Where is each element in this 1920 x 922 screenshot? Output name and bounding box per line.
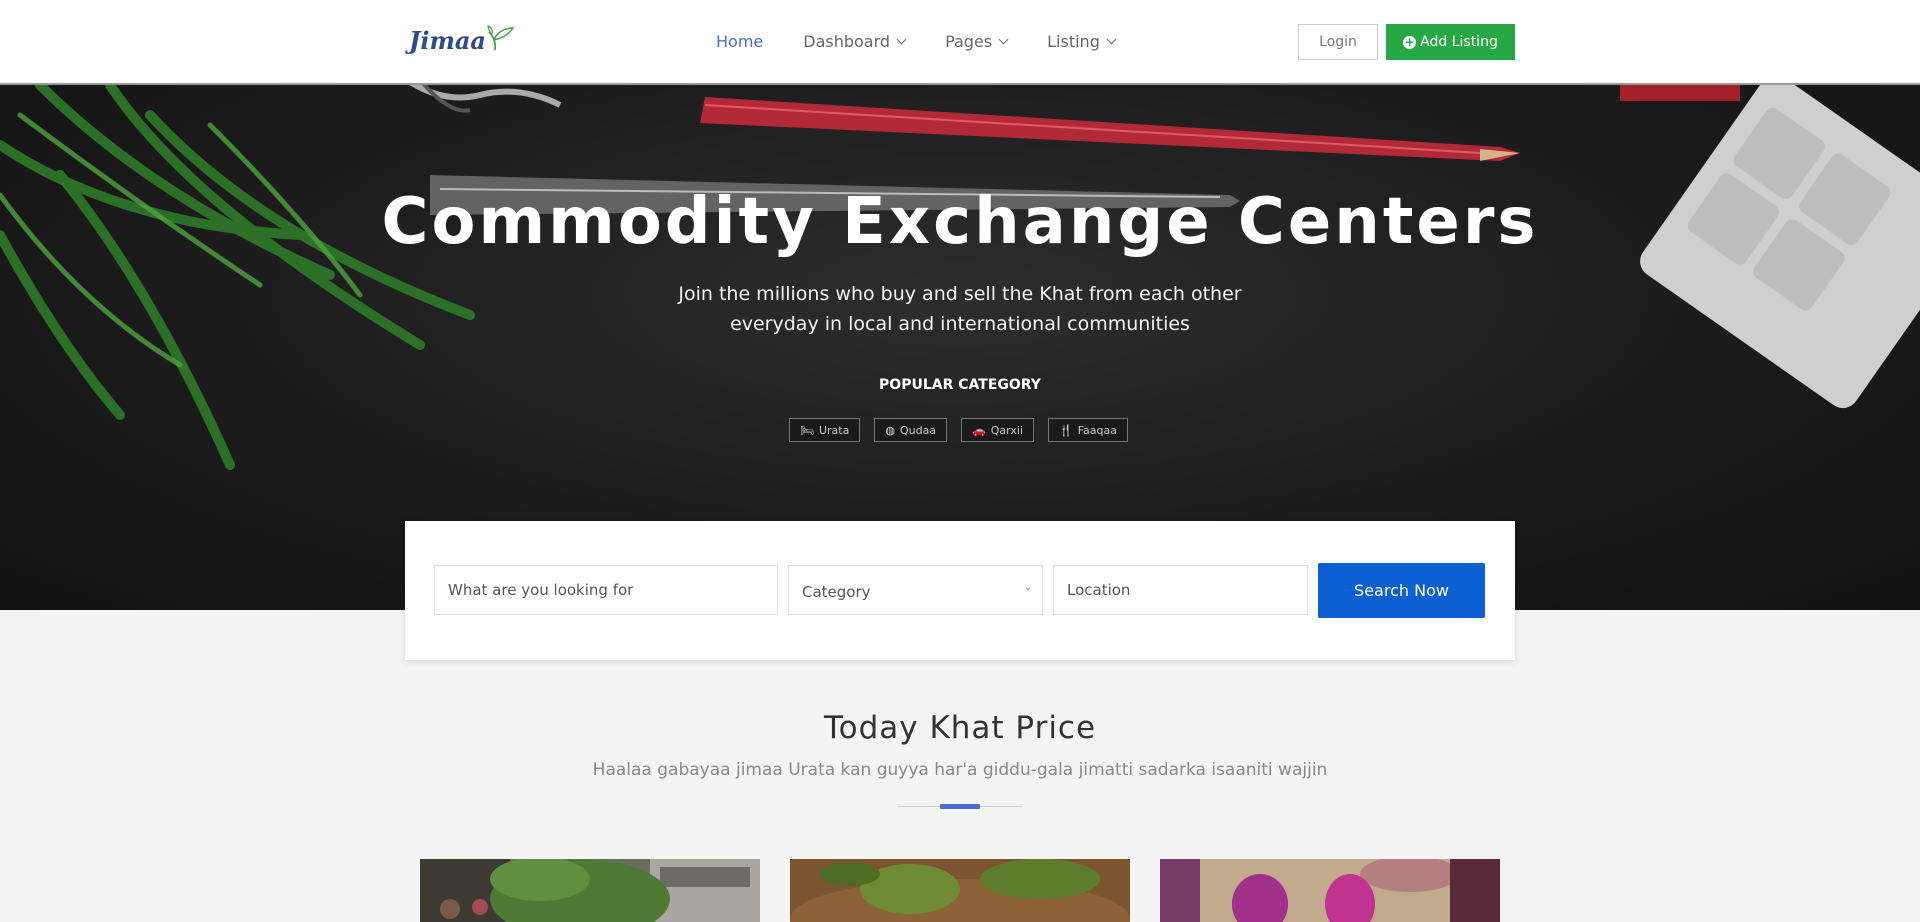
brand-name: Jimaa (409, 26, 486, 55)
nav-item-label: Pages (945, 32, 993, 51)
nav-item-pages[interactable]: Pages (945, 32, 1009, 51)
top-navbar: Jimaa Home Dashboard Pages Listing Login… (0, 0, 1920, 85)
section-divider-accent (940, 804, 980, 809)
chevron-down-icon (896, 34, 907, 45)
search-now-button[interactable]: Search Now (1318, 563, 1485, 618)
category-select-value: Category (802, 583, 871, 601)
car-icon: 🚗 (972, 423, 986, 437)
nav-item-label: Listing (1047, 32, 1100, 51)
nav-item-label: Home (716, 32, 764, 51)
plus-circle-icon: + (1403, 35, 1417, 49)
listing-card-image[interactable] (420, 859, 760, 922)
khat-bundle-photo (790, 859, 1130, 922)
hero-subtitle: Join the millions who buy and sell the K… (678, 283, 1242, 335)
chevron-down-icon (998, 34, 1009, 45)
category-select[interactable]: Category ⌄ (788, 565, 1043, 615)
chevron-down-icon: ⌄ (1023, 582, 1032, 593)
section-subtitle: Haalaa gabayaa jimaa Urata kan guyya har… (592, 760, 1328, 780)
category-tag-label: Qarxii (990, 423, 1023, 437)
search-keyword-input[interactable]: What are you looking for (434, 565, 778, 615)
nav-item-dashboard[interactable]: Dashboard (803, 32, 907, 51)
popular-category-heading: POPULAR CATEGORY (879, 377, 1041, 393)
bed-icon: 🛏 (800, 423, 814, 437)
login-button[interactable]: Login (1298, 24, 1378, 60)
market-photo (420, 859, 760, 922)
nav-item-listing[interactable]: Listing (1047, 32, 1117, 51)
compass-icon: ◍ (885, 423, 895, 437)
chevron-down-icon (1106, 34, 1117, 45)
search-card: What are you looking for Category ⌄ Loca… (405, 521, 1515, 660)
category-tag-label: Urata (818, 423, 850, 437)
listing-card-image[interactable] (790, 859, 1130, 922)
brand-logo[interactable]: Jimaa (409, 24, 515, 55)
category-tag-label: Faaqaa (1077, 423, 1117, 437)
cutlery-icon: 🍴 (1059, 423, 1073, 437)
category-tag-qudaa[interactable]: ◍ Qudaa (874, 418, 948, 442)
leaf-icon (487, 24, 515, 50)
nav-item-label: Dashboard (803, 32, 891, 51)
hero-title: Commodity Exchange Centers (381, 185, 1539, 259)
category-tag-qarxii[interactable]: 🚗 Qarxii (961, 418, 1034, 442)
category-tag-urata[interactable]: 🛏 Urata (789, 418, 861, 442)
add-listing-button[interactable]: + Add Listing (1386, 24, 1515, 60)
popular-category-tags: 🛏 Urata ◍ Qudaa 🚗 Qarxii 🍴 Faaqaa (789, 418, 1142, 442)
category-tag-label: Qudaa (899, 423, 937, 437)
market-women-photo (1160, 859, 1500, 922)
category-tag-faaqaa[interactable]: 🍴 Faaqaa (1048, 418, 1128, 442)
add-listing-label: Add Listing (1420, 34, 1498, 50)
main-nav: Home Dashboard Pages Listing (716, 32, 1155, 51)
listing-card-image[interactable] (1160, 859, 1500, 922)
nav-item-home[interactable]: Home (716, 32, 763, 51)
section-title: Today Khat Price (823, 710, 1097, 746)
location-input[interactable]: Location (1053, 565, 1308, 615)
